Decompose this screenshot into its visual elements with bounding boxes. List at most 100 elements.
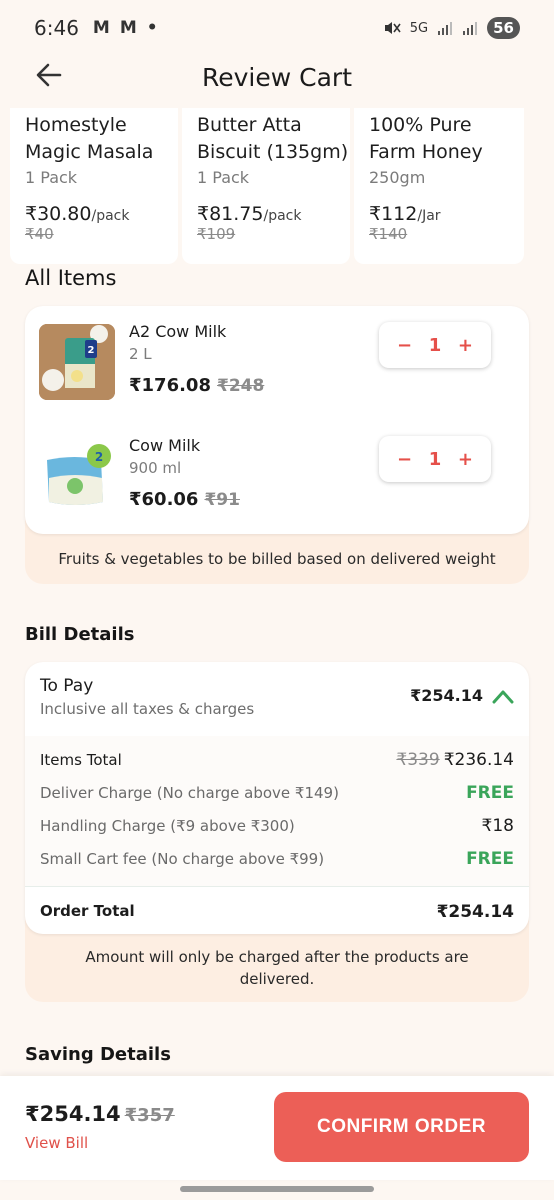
bill-line-delivery: Deliver Charge (No charge above ₹149) FR… <box>40 783 514 803</box>
to-pay-amount: ₹254.14 <box>410 686 483 705</box>
footer-total-row: ₹254.14 ₹357 <box>25 1102 175 1126</box>
bill-line-value: ₹18 <box>481 816 514 836</box>
suggestion-price-row: ₹112/Jar <box>369 203 524 225</box>
pack-badge: 2 <box>88 345 95 356</box>
header: Review Cart <box>0 46 554 108</box>
item-price-row: ₹60.06 ₹91 <box>129 489 240 510</box>
order-total-value: ₹254.14 <box>436 902 514 922</box>
bill-line-handling: Handling Charge (₹9 above ₹300) ₹18 <box>40 816 514 836</box>
page-title: Review Cart <box>202 62 352 92</box>
suggestion-card[interactable]: Butter Atta Biscuit (135gm) 1 Pack ₹81.7… <box>182 108 350 264</box>
all-items-title: All Items <box>25 266 117 290</box>
order-total-row: Order Total ₹254.14 <box>40 902 514 922</box>
item-name: Cow Milk <box>129 436 201 455</box>
network-label: 5G <box>409 20 429 36</box>
suggestion-price-row: ₹81.75/pack <box>197 203 350 225</box>
decrease-button[interactable]: − <box>397 449 412 470</box>
app-notification-icon: M <box>119 18 137 38</box>
order-total-label: Order Total <box>40 902 135 920</box>
increase-button[interactable]: + <box>458 335 473 356</box>
suggestion-name: Homestyle Magic Masala -... <box>25 114 154 163</box>
suggestion-unit: /Jar <box>417 208 441 224</box>
back-arrow-icon[interactable] <box>34 60 64 90</box>
product-image: 2 <box>39 438 115 514</box>
status-time: 6:46 <box>34 16 79 40</box>
pack-badge: 2 <box>95 450 103 464</box>
checkout-footer: ₹254.14 ₹357 View Bill CONFIRM ORDER <box>0 1076 554 1180</box>
bill-line-label: Handling Charge (₹9 above ₹300) <box>40 817 295 835</box>
item-price-row: ₹176.08 ₹248 <box>129 375 264 396</box>
mute-icon <box>384 22 401 34</box>
item-qty: 2 L <box>129 345 152 363</box>
suggestion-qty: 250gm <box>369 168 426 187</box>
item-mrp: ₹248 <box>216 376 265 396</box>
notification-icons: M M • <box>93 18 158 38</box>
bill-line-small-cart: Small Cart fee (No charge above ₹99) FRE… <box>40 849 514 869</box>
suggestion-mrp: ₹140 <box>369 225 408 243</box>
item-price: ₹60.06 <box>129 489 199 510</box>
suggestion-mrp: ₹109 <box>197 225 236 243</box>
bill-line-value: FREE <box>466 783 514 803</box>
bill-line-value-row: ₹339 ₹236.14 <box>396 750 514 770</box>
suggestion-price: ₹112 <box>369 203 418 225</box>
suggestion-name: Butter Atta Biscuit (135gm) <box>197 114 349 163</box>
suggestion-price-row: ₹30.80/pack <box>25 203 178 225</box>
quantity-value: 1 <box>428 448 442 470</box>
bill-line-items-total: Items Total ₹339 ₹236.14 <box>40 750 514 770</box>
bill-line-label: Items Total <box>40 751 122 769</box>
view-bill-link[interactable]: View Bill <box>25 1134 88 1152</box>
suggestion-card[interactable]: 100% Pure Farm Honey 250gm ₹112/Jar ₹140 <box>354 108 524 264</box>
suggestion-card[interactable]: Homestyle Magic Masala -... 1 Pack ₹30.8… <box>10 108 178 264</box>
quantity-value: 1 <box>428 334 442 356</box>
bill-line-value: ₹236.14 <box>443 750 514 770</box>
divider <box>25 886 529 887</box>
milk-pouch-icon: 2 <box>39 438 115 514</box>
list-item: 2 Cow Milk 900 ml ₹60.06 ₹91 − 1 + <box>25 434 529 534</box>
suggestions-row: Homestyle Magic Masala -... 1 Pack ₹30.8… <box>10 108 550 264</box>
signal-icon <box>463 22 478 35</box>
bill-line-value: FREE <box>466 849 514 869</box>
footer-mrp: ₹357 <box>124 1105 175 1126</box>
suggestion-unit: /pack <box>263 208 302 224</box>
item-price: ₹176.08 <box>129 375 211 396</box>
bill-breakdown: Items Total ₹339 ₹236.14 Deliver Charge (… <box>25 736 529 886</box>
signal-icon <box>438 22 453 35</box>
suggestion-unit: /pack <box>91 208 130 224</box>
item-name: A2 Cow Milk <box>129 322 227 341</box>
list-item: 2 A2 Cow Milk 2 L ₹176.08 ₹248 − 1 + <box>25 320 529 420</box>
increase-button[interactable]: + <box>458 449 473 470</box>
decrease-button[interactable]: − <box>397 335 412 356</box>
app-notification-icon: M <box>92 18 110 38</box>
saving-details-title: Saving Details <box>25 1044 171 1065</box>
bill-panel: To Pay Inclusive all taxes & charges ₹25… <box>25 662 529 1002</box>
confirm-order-button[interactable]: CONFIRM ORDER <box>274 1092 529 1162</box>
dot-icon: • <box>146 18 158 38</box>
to-pay-label: To Pay <box>40 676 94 696</box>
item-qty: 900 ml <box>129 459 182 477</box>
bill-line-label: Small Cart fee (No charge above ₹99) <box>40 850 325 868</box>
charge-note: Amount will only be charged after the pr… <box>85 948 469 988</box>
bill-line-label: Deliver Charge (No charge above ₹149) <box>40 784 339 802</box>
gesture-nav-bar[interactable] <box>180 1186 374 1192</box>
bill-card: To Pay Inclusive all taxes & charges ₹25… <box>25 662 529 934</box>
chevron-up-icon[interactable] <box>491 686 515 706</box>
weight-billing-note: Fruits & vegetables to be billed based o… <box>58 550 496 568</box>
suggestion-qty: 1 Pack <box>25 168 78 187</box>
quantity-stepper: − 1 + <box>379 322 491 368</box>
battery-icon: 56 <box>487 17 520 39</box>
bill-details-title: Bill Details <box>25 624 135 645</box>
bill-line-mrp: ₹339 <box>396 750 440 770</box>
footer-total: ₹254.14 <box>25 1102 121 1126</box>
suggestion-price: ₹81.75 <box>197 203 264 225</box>
to-pay-subtitle: Inclusive all taxes & charges <box>40 700 255 718</box>
item-mrp: ₹91 <box>204 490 240 510</box>
suggestion-mrp: ₹40 <box>25 225 54 243</box>
product-image: 2 <box>39 324 115 400</box>
milk-carton-icon: 2 <box>39 324 115 400</box>
suggestion-qty: 1 Pack <box>197 168 250 187</box>
suggestion-price: ₹30.80 <box>25 203 92 225</box>
status-right: 5G 56 <box>383 17 520 39</box>
items-panel: 2 A2 Cow Milk 2 L ₹176.08 ₹248 − 1 + 2 C… <box>25 306 529 584</box>
quantity-stepper: − 1 + <box>379 436 491 482</box>
suggestion-name: 100% Pure Farm Honey <box>369 114 483 163</box>
